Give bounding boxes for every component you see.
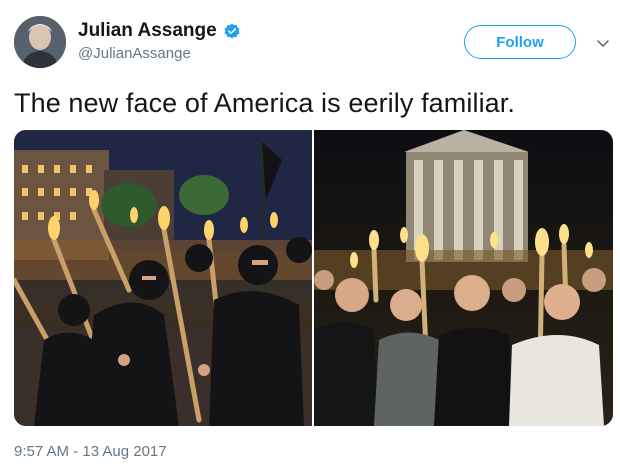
tweet-timestamp[interactable]: 9:57 AM - 13 Aug 2017 [14, 443, 167, 460]
chevron-down-icon[interactable] [596, 36, 610, 47]
tweet-text: The new face of America is eerily famili… [14, 88, 515, 118]
photo-torch-march-rotunda[interactable] [314, 130, 613, 426]
author-name-row: Julian Assange [78, 20, 240, 42]
author-handle[interactable]: @JulianAssange [78, 45, 191, 62]
verified-badge-icon [224, 23, 240, 39]
follow-button[interactable]: Follow [464, 25, 576, 59]
user-avatar-icon [14, 16, 66, 68]
photo-torch-march-masked[interactable] [14, 130, 312, 426]
avatar[interactable] [14, 16, 66, 68]
author-display-name[interactable]: Julian Assange [78, 20, 217, 42]
tweet-media-grid [14, 130, 613, 426]
